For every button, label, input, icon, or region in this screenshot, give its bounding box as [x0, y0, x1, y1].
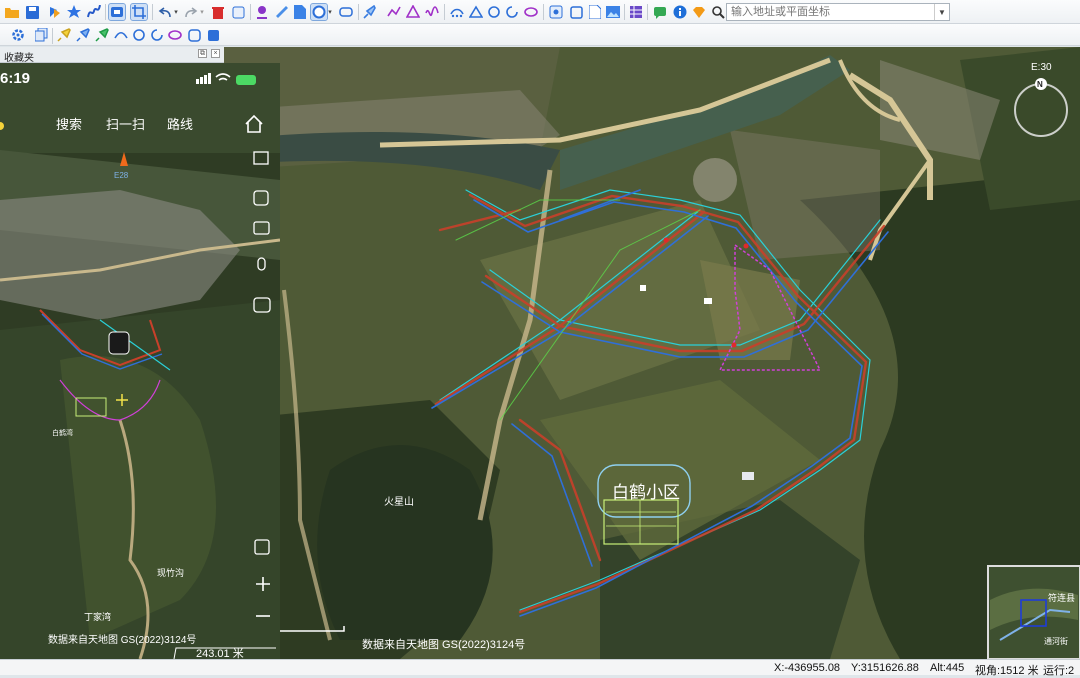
image-layer-icon[interactable]	[548, 4, 564, 20]
address-search-input[interactable]	[726, 3, 950, 21]
satellite-map-view[interactable]: 白鹤小区 火星山 数据来自天地图 GS(2022)3124号 N E:30 符连…	[224, 47, 1080, 659]
phone-nav-scan[interactable]: 扫一扫	[106, 117, 145, 132]
settings-gear-icon[interactable]	[10, 27, 26, 43]
phone-map-label-1: 现竹沟	[157, 567, 184, 578]
table-icon[interactable]	[628, 4, 644, 20]
map-attribution: 数据来自天地图 GS(2022)3124号	[362, 637, 525, 651]
compass-heading-label: E:30	[1031, 62, 1052, 73]
save-icon[interactable]	[24, 4, 40, 20]
polyline-icon[interactable]	[386, 4, 402, 20]
status-bar: X:-436955.08 Y:3151626.88 Alt:445 视角:151…	[0, 659, 1080, 677]
phone-nav-search[interactable]: 搜索	[56, 117, 82, 132]
phone-attribution: 数据来自天地图 GS(2022)3124号	[48, 633, 196, 646]
chat-icon[interactable]	[652, 4, 668, 20]
phone-screen-mirror[interactable]: 6:19 搜索 扫一扫 路线 E28 现竹沟 丁家湾 白鹤湾 数据来自天地图 G…	[0, 63, 280, 659]
globe-settings-icon[interactable]	[310, 3, 328, 21]
phone-compass-label: E28	[114, 171, 129, 180]
label-tag-icon[interactable]	[338, 4, 354, 20]
compass-north-label: N	[1037, 80, 1043, 89]
float-panel-icon[interactable]: ⧉	[198, 49, 207, 58]
photo-icon[interactable]	[605, 4, 621, 20]
status-altitude: Alt:445	[930, 662, 965, 674]
arc-circle-icon[interactable]	[504, 4, 520, 20]
open-folder-icon[interactable]	[4, 4, 20, 20]
pushpin-blue-icon[interactable]	[75, 27, 91, 43]
status-view-range: 视角:1512 米	[975, 665, 1039, 677]
page-icon[interactable]	[587, 4, 603, 20]
district-label: 白鹤小区	[612, 483, 680, 502]
partial-circle-icon[interactable]	[149, 27, 165, 43]
solid-box-icon[interactable]	[205, 27, 221, 43]
status-y-coord: Y:3151626.88	[851, 662, 919, 674]
favorites-panel-header: 收藏夹	[0, 47, 224, 64]
overview-minimap[interactable]: 符连县 通河街	[987, 565, 1080, 659]
undo-icon[interactable]	[157, 4, 173, 20]
path-icon[interactable]	[86, 4, 102, 20]
round-box-icon[interactable]	[186, 27, 202, 43]
arc-line-icon[interactable]	[113, 27, 129, 43]
copy-icon[interactable]	[33, 27, 49, 43]
phone-nav-route[interactable]: 路线	[167, 117, 193, 132]
star-icon[interactable]	[66, 4, 82, 20]
ruler-icon[interactable]	[274, 4, 290, 20]
circle-icon[interactable]	[486, 4, 502, 20]
search-icon[interactable]	[710, 4, 726, 20]
curve-icon[interactable]	[424, 4, 440, 20]
crop-icon[interactable]	[130, 3, 148, 21]
pushpin-green-icon[interactable]	[94, 27, 110, 43]
delete-icon[interactable]	[210, 4, 226, 20]
mountain-label: 火星山	[384, 496, 414, 508]
pin-icon[interactable]	[362, 4, 378, 20]
overlay-icon[interactable]	[108, 3, 126, 21]
square-icon[interactable]	[568, 4, 584, 20]
phone-map-label-2: 丁家湾	[84, 611, 111, 622]
triangle-icon[interactable]	[468, 4, 484, 20]
overview-street-label: 通河街	[1044, 636, 1068, 646]
redo-icon[interactable]	[183, 4, 199, 20]
select-box-icon[interactable]	[230, 4, 246, 20]
phone-time: 6:19	[0, 70, 30, 87]
ellipse-outline-icon[interactable]	[167, 27, 183, 43]
arc-icon[interactable]	[449, 4, 465, 20]
phone-map-label-3: 白鹤湾	[52, 428, 73, 437]
polygon-icon[interactable]	[405, 4, 421, 20]
globe-dropdown-icon[interactable]: ▾	[326, 4, 334, 20]
undo-dropdown-icon[interactable]: ▾	[172, 4, 180, 20]
ellipse-icon[interactable]	[523, 4, 539, 20]
main-toolbar: ▾ ▾ ▾ ▼	[0, 0, 1080, 24]
marker-icon[interactable]	[254, 4, 270, 20]
redo-dropdown-icon[interactable]: ▾	[198, 4, 206, 20]
circle-outline-icon[interactable]	[131, 27, 147, 43]
address-dropdown-icon[interactable]: ▼	[934, 4, 949, 20]
info-icon[interactable]	[672, 4, 688, 20]
close-panel-icon[interactable]: ×	[211, 49, 220, 58]
document-icon[interactable]	[292, 4, 308, 20]
vip-icon[interactable]	[691, 4, 707, 20]
phone-scale-text: 243.01 米	[196, 647, 244, 659]
phone-battery-icon	[236, 75, 256, 85]
drawing-toolbar	[0, 24, 1080, 46]
overview-county-label: 符连县	[1048, 592, 1075, 603]
status-x-coord: X:-436955.08	[774, 662, 841, 674]
favorites-window-controls: ⧉ ×	[198, 49, 220, 58]
status-running-count: 运行:2	[1043, 665, 1075, 677]
layers-icon[interactable]	[46, 4, 62, 20]
pushpin-yellow-icon[interactable]	[56, 27, 72, 43]
